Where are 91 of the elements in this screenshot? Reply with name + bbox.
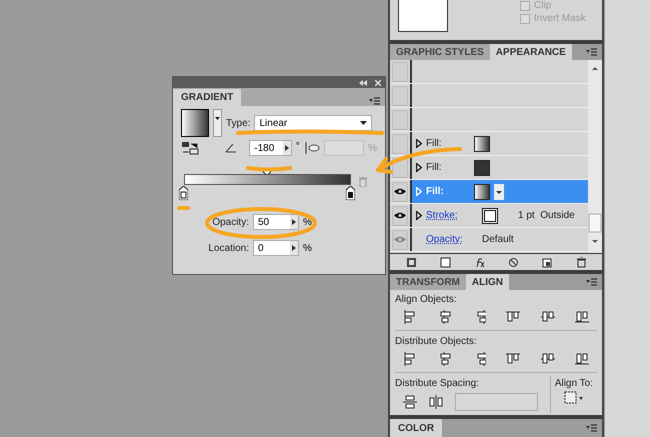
panel-tab[interactable]: ALIGN — [466, 274, 509, 290]
distribute-vertical-space-icon[interactable] — [403, 395, 417, 409]
gradient-swatch[interactable] — [474, 184, 490, 200]
attribute-label[interactable]: Stroke: — [426, 208, 478, 223]
distribute-top-icon[interactable] — [403, 352, 417, 366]
location-field[interactable]: 0 — [253, 240, 299, 256]
stroke-detail: 1 pt Outside — [518, 209, 575, 223]
attribute-label: Fill: — [426, 185, 445, 199]
visibility-toggle[interactable] — [392, 110, 408, 130]
panel-tab[interactable]: COLOR — [390, 419, 442, 437]
aspect-ratio-icon — [304, 141, 320, 155]
visibility-toggle[interactable] — [392, 134, 408, 154]
expand-triangle-icon[interactable] — [416, 139, 422, 148]
appearance-row[interactable]: Stroke: 1 pt Outside — [412, 204, 588, 227]
color-stop-icon[interactable] — [179, 186, 188, 200]
checkbox[interactable] — [520, 0, 530, 10]
reverse-gradient-icon[interactable] — [181, 141, 199, 155]
type-dropdown[interactable]: Linear — [254, 115, 372, 131]
eye-icon — [394, 236, 406, 243]
aspect-ratio-field[interactable] — [324, 140, 364, 156]
distribute-horizontal-space-icon[interactable] — [429, 395, 443, 409]
opacity-field[interactable]: 50 — [253, 214, 299, 230]
align-middle-icon[interactable] — [540, 310, 555, 324]
align-left-icon[interactable] — [403, 310, 417, 324]
visibility-toggle[interactable] — [392, 206, 408, 226]
visibility-toggle[interactable] — [392, 86, 408, 106]
visibility-toggle[interactable] — [392, 230, 408, 250]
distribute-right-icon[interactable] — [574, 352, 589, 366]
spacing-field[interactable] — [455, 393, 538, 411]
section-label: Distribute Spacing: — [395, 377, 480, 391]
color-swatch[interactable] — [474, 160, 490, 176]
close-icon[interactable] — [375, 80, 381, 86]
attribute-label[interactable]: Opacity: — [426, 232, 478, 247]
caret-icon — [360, 121, 368, 125]
percent-sign: % — [303, 216, 312, 230]
percent-sign: % — [368, 142, 377, 156]
align-bottom-icon[interactable] — [574, 310, 589, 324]
align-to-selection-icon[interactable] — [564, 391, 584, 405]
panel-tab[interactable]: TRANSFORM — [390, 274, 466, 290]
caret-icon[interactable] — [213, 109, 222, 137]
type-label: Type: — [226, 116, 250, 130]
new-item-icon[interactable] — [440, 256, 450, 268]
appearance-row[interactable]: Fill: — [412, 156, 588, 179]
gradient-swatch[interactable] — [181, 109, 209, 137]
degree-sign: ° — [296, 140, 300, 154]
scrollbar[interactable] — [588, 60, 602, 253]
panel-tab[interactable]: GRAPHIC STYLES — [390, 44, 490, 60]
section-label: Align Objects: — [395, 293, 458, 307]
checkbox-label: Clip — [534, 0, 552, 10]
panel-tab[interactable]: APPEARANCE — [490, 44, 572, 60]
gradient-tab[interactable]: GRADIENT — [173, 89, 242, 106]
visibility-toggle[interactable] — [392, 62, 408, 82]
trash-icon[interactable] — [576, 256, 586, 268]
add-layer-icon[interactable] — [406, 256, 416, 268]
visibility-toggle[interactable] — [392, 182, 408, 202]
underline-mark — [246, 166, 292, 172]
panel-menu-icon[interactable] — [585, 47, 598, 57]
duplicate-icon[interactable] — [542, 256, 552, 268]
attribute-label: Fill: — [426, 137, 443, 151]
appearance-row[interactable]: Opacity: Default — [412, 228, 588, 251]
panel-menu-icon[interactable] — [585, 277, 598, 287]
checkbox-label: Invert Mask — [534, 14, 586, 24]
checkbox[interactable] — [520, 14, 530, 24]
align-top-icon[interactable] — [506, 310, 520, 324]
clear-icon[interactable] — [508, 256, 518, 268]
expand-triangle-icon[interactable] — [416, 163, 422, 172]
opacity-label: Opacity: — [211, 216, 249, 230]
panel-menu-icon[interactable] — [368, 96, 381, 106]
panel-menu-icon[interactable] — [585, 423, 598, 433]
percent-sign: % — [303, 242, 312, 256]
section-label: Distribute Objects: — [395, 335, 478, 349]
location-label: Location: — [207, 242, 249, 256]
expand-triangle-icon[interactable] — [416, 211, 422, 220]
caret-icon[interactable] — [494, 184, 504, 200]
eye-icon — [394, 212, 406, 219]
collapse-icon[interactable] — [359, 80, 367, 86]
eye-icon — [394, 188, 406, 195]
opacity-value: Default — [482, 233, 514, 247]
attribute-label: Fill: — [426, 161, 443, 175]
section-label: Align To: — [554, 377, 593, 391]
gradient-swatch[interactable] — [474, 136, 490, 152]
color-stop-icon[interactable] — [346, 186, 355, 200]
stroke-swatch[interactable] — [482, 208, 498, 224]
fx-icon[interactable] — [474, 256, 484, 268]
distribute-center-icon[interactable] — [540, 352, 555, 366]
underline-mark — [177, 206, 190, 210]
distribute-left-icon[interactable] — [506, 352, 520, 366]
thumbnail-preview — [398, 0, 448, 32]
angle-icon — [225, 143, 238, 153]
angle-field[interactable]: -180 — [249, 140, 292, 156]
appearance-row[interactable]: Fill: — [412, 132, 588, 155]
